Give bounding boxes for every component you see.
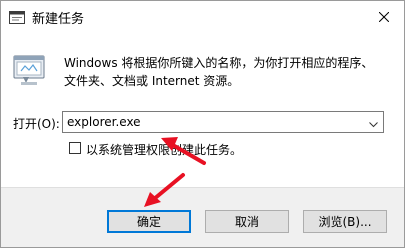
browse-button[interactable]: 浏览(B)...: [303, 210, 387, 233]
close-button[interactable]: [364, 1, 404, 31]
description-text: Windows 将根据你所键入的名称，为你打开相应的程序、 文件夹、文档或 In…: [64, 54, 394, 90]
open-input[interactable]: [63, 112, 359, 132]
run-dialog-icon: [9, 9, 25, 24]
close-icon: [378, 7, 390, 26]
description-line: 文件夹、文档或 Internet 资源。: [64, 74, 240, 88]
dropdown-button[interactable]: [363, 112, 383, 132]
button-bar: 确定 取消 浏览(B)...: [1, 187, 404, 247]
open-label: 打开(O):: [13, 117, 60, 131]
title-bar[interactable]: 新建任务: [1, 1, 404, 31]
window-title: 新建任务: [32, 12, 85, 27]
open-combobox[interactable]: [62, 111, 384, 133]
dialog-body: Windows 将根据你所键入的名称，为你打开相应的程序、 文件夹、文档或 In…: [1, 31, 404, 187]
admin-checkbox-label[interactable]: 以系统管理权限创建此任务。: [86, 141, 242, 158]
run-program-icon: [13, 53, 47, 87]
chevron-down-icon: [368, 113, 378, 132]
description-line: Windows 将根据你所键入的名称，为你打开相应的程序、: [64, 56, 374, 70]
cancel-button[interactable]: 取消: [205, 210, 289, 233]
new-task-dialog: 新建任务 Windows 将根据你所键入的名称，为你打开相应的程序、 文件夹、文…: [0, 0, 405, 248]
admin-checkbox[interactable]: [69, 142, 81, 154]
ok-button[interactable]: 确定: [107, 210, 191, 233]
